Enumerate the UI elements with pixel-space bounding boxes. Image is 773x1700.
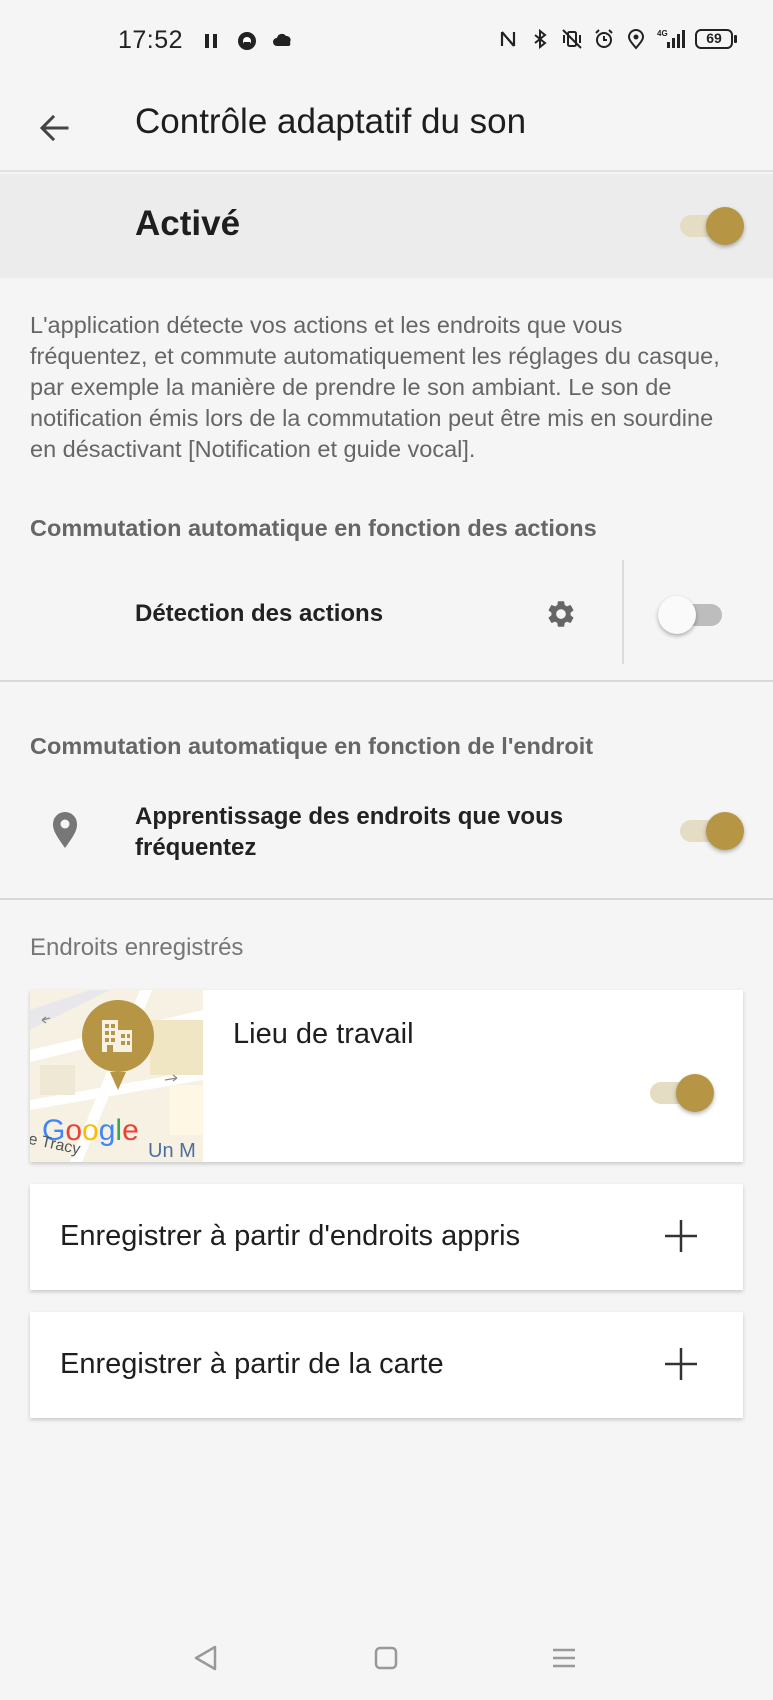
add-from-map-label: Enregistrer à partir de la carte	[60, 1348, 444, 1380]
actions-section-header: Commutation automatique en fonction des …	[30, 515, 597, 541]
section-divider	[0, 680, 773, 682]
location-icon	[627, 29, 645, 50]
toggle-thumb	[658, 596, 696, 634]
location-section-header: Commutation automatique en fonction de l…	[30, 733, 594, 759]
saved-places-header: Endroits enregistrés	[30, 934, 244, 961]
master-toggle[interactable]	[676, 207, 744, 245]
nav-back-icon[interactable]	[190, 1642, 222, 1674]
app-bar: Contrôle adaptatif du son	[0, 86, 773, 172]
arrow-back-icon	[39, 114, 69, 142]
plus-icon	[665, 1348, 697, 1380]
master-switch-label: Activé	[135, 204, 241, 243]
vibrate-off-icon	[562, 29, 582, 49]
action-detection-toggle[interactable]	[658, 596, 726, 634]
location-pin-icon	[53, 812, 77, 848]
battery-indicator: 69	[695, 29, 737, 49]
app-icon	[238, 32, 256, 50]
master-switch-row[interactable]: Activé	[0, 174, 773, 278]
status-bar: 17:52 4G 69	[0, 0, 773, 86]
gear-icon[interactable]	[545, 598, 577, 630]
learn-places-label-line1: Apprentissage des endroits que vous	[135, 803, 564, 830]
saved-place-toggle[interactable]	[646, 1074, 714, 1112]
vertical-divider	[622, 560, 624, 664]
system-nav-bar	[0, 1620, 773, 1700]
learn-places-label[interactable]: Apprentissage des endroits que vous fréq…	[135, 801, 563, 863]
map-thumbnail: Google e Tracy Un M	[30, 990, 203, 1162]
nav-menu-icon[interactable]	[548, 1642, 580, 1674]
bluetooth-icon	[534, 28, 547, 50]
learn-places-label-line2: fréquentez	[135, 834, 257, 861]
saved-place-card[interactable]: Google e Tracy Un M Lieu de travail	[30, 990, 743, 1162]
nfc-icon	[500, 31, 516, 47]
add-from-learned-label: Enregistrer à partir d'endroits appris	[60, 1220, 521, 1252]
nav-home-icon[interactable]	[370, 1642, 402, 1674]
section-divider	[0, 898, 773, 900]
toggle-thumb	[706, 207, 744, 245]
page-title: Contrôle adaptatif du son	[135, 102, 527, 141]
plus-icon	[665, 1220, 697, 1252]
status-time: 17:52	[118, 26, 184, 54]
add-from-learned-button[interactable]: Enregistrer à partir d'endroits appris	[30, 1184, 743, 1290]
action-detection-label[interactable]: Détection des actions	[135, 598, 383, 629]
svg-text:4G: 4G	[657, 29, 668, 38]
learn-places-toggle[interactable]	[676, 812, 744, 850]
toggle-thumb	[706, 812, 744, 850]
app-bar-divider	[0, 170, 773, 172]
toggle-thumb	[676, 1074, 714, 1112]
map-poi-label: Un M	[148, 1140, 196, 1162]
status-left-icons	[200, 30, 294, 52]
signal-4g-icon: 4G	[657, 29, 685, 48]
cloud-icon	[273, 33, 291, 46]
pause-icon	[205, 34, 217, 48]
alarm-icon	[595, 29, 613, 48]
saved-place-name: Lieu de travail	[233, 1018, 414, 1050]
add-from-map-button[interactable]: Enregistrer à partir de la carte	[30, 1312, 743, 1418]
status-right-icons: 4G 69	[497, 28, 737, 50]
back-button[interactable]	[30, 104, 78, 152]
description-text: L'application détecte vos actions et les…	[30, 312, 720, 462]
